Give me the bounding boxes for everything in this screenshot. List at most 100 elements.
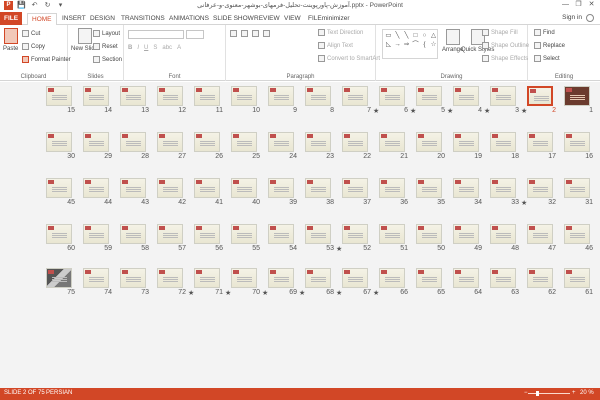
slide-thumbnail[interactable]: 68 ★ (299, 268, 335, 298)
slide-thumbnail[interactable]: 3 ★ (484, 86, 520, 116)
layout-button[interactable]: Layout (93, 30, 120, 37)
slide-thumbnail[interactable]: 60 (40, 224, 76, 254)
restore-button[interactable]: ❐ (572, 0, 585, 10)
tab-view[interactable]: VIEW (280, 13, 305, 25)
slide-thumbnail[interactable]: 1 (558, 86, 594, 116)
slide-thumbnail[interactable]: 46 (558, 224, 594, 254)
slide-thumbnail[interactable]: 23 (299, 132, 335, 162)
zoom-level[interactable]: 20 % (580, 390, 594, 396)
tab-design[interactable]: DESIGN (86, 13, 119, 25)
transition-star-icon[interactable]: ★ (373, 289, 379, 297)
slide-thumbnail[interactable]: 6 ★ (373, 86, 409, 116)
slide-thumbnail[interactable]: 31 (558, 178, 594, 208)
textbox-shape-icon[interactable]: ▭ (384, 31, 393, 40)
decrease-indent-icon[interactable] (252, 30, 259, 37)
darrow-shape-icon[interactable]: ⇒ (402, 40, 411, 49)
slide-thumbnail[interactable]: 55 (225, 224, 261, 254)
arrow-shape-icon[interactable]: → (393, 40, 402, 49)
shape-outline-button[interactable]: Shape Outline (482, 42, 529, 49)
transition-star-icon[interactable]: ★ (188, 289, 194, 297)
slide-thumbnail[interactable]: 44 (77, 178, 113, 208)
slide-thumbnail[interactable]: 26 (188, 132, 224, 162)
undo-icon[interactable]: ↶ (30, 1, 39, 10)
slide-thumbnail[interactable]: 41 (188, 178, 224, 208)
triangle-shape-icon[interactable]: △ (429, 31, 438, 40)
zoom-slider-thumb[interactable] (536, 391, 539, 396)
align-text-button[interactable]: Align Text (318, 42, 353, 49)
numbering-icon[interactable] (241, 30, 248, 37)
close-button[interactable]: ✕ (585, 0, 598, 10)
tab-transitions[interactable]: TRANSITIONS (117, 13, 169, 25)
slide-thumbnail[interactable]: 7 (336, 86, 372, 116)
slide-thumbnail[interactable]: 59 (77, 224, 113, 254)
slide-thumbnail[interactable]: 35 (410, 178, 446, 208)
font-size-box[interactable] (186, 30, 204, 39)
slide-thumbnail[interactable]: 45 (40, 178, 76, 208)
slide-thumbnail[interactable]: 47 (521, 224, 557, 254)
slide-thumbnail[interactable]: 73 (114, 268, 150, 298)
slide-thumbnail[interactable]: 11 (188, 86, 224, 116)
slide-thumbnail[interactable]: 57 (151, 224, 187, 254)
text-direction-button[interactable]: Text Direction (318, 29, 363, 36)
star-shape-icon[interactable]: ☆ (429, 40, 438, 49)
transition-star-icon[interactable]: ★ (262, 289, 268, 297)
tab-review[interactable]: REVIEW (250, 13, 284, 25)
slide-thumbnail[interactable]: 58 (114, 224, 150, 254)
slide-thumbnail[interactable]: 33 (484, 178, 520, 208)
slide-thumbnail[interactable]: 18 (484, 132, 520, 162)
language-indicator[interactable]: PERSIAN (46, 390, 72, 396)
slide-thumbnail[interactable]: 21 (373, 132, 409, 162)
slide-thumbnail[interactable]: 74 (77, 268, 113, 298)
slide-thumbnail[interactable]: 61 (558, 268, 594, 298)
transition-star-icon[interactable]: ★ (484, 107, 490, 115)
slide-thumbnail[interactable]: 16 (558, 132, 594, 162)
shadow-icon[interactable]: S (153, 45, 157, 51)
bold-icon[interactable]: B (128, 45, 132, 51)
minimize-button[interactable]: — (559, 0, 572, 10)
italic-icon[interactable]: I (137, 45, 139, 51)
slide-thumbnail[interactable]: 48 (484, 224, 520, 254)
slide-thumbnail[interactable]: 64 (447, 268, 483, 298)
oval-shape-icon[interactable]: ○ (420, 31, 429, 40)
tab-animations[interactable]: ANIMATIONS (165, 13, 213, 25)
strikethrough-icon[interactable]: abc (162, 45, 172, 51)
slide-thumbnail[interactable]: 42 (151, 178, 187, 208)
slide-thumbnail[interactable]: 70 ★ (225, 268, 261, 298)
transition-star-icon[interactable]: ★ (336, 245, 342, 253)
section-button[interactable]: Section (93, 56, 122, 63)
save-icon[interactable]: 💾 (17, 1, 26, 10)
bullets-icon[interactable] (230, 30, 237, 37)
slide-thumbnail[interactable]: 56 (188, 224, 224, 254)
slide-thumbnail[interactable]: 69 ★ (262, 268, 298, 298)
slide-thumbnail[interactable]: 17 (521, 132, 557, 162)
shape-effects-button[interactable]: Shape Effects (482, 55, 528, 62)
slide-thumbnail[interactable]: 13 (114, 86, 150, 116)
slide-thumbnail[interactable]: 54 (262, 224, 298, 254)
slide-thumbnail[interactable]: 34 (447, 178, 483, 208)
slide-thumbnail[interactable]: 66 ★ (373, 268, 409, 298)
transition-star-icon[interactable]: ★ (521, 107, 527, 115)
slide-thumbnail[interactable]: 63 (484, 268, 520, 298)
transition-star-icon[interactable]: ★ (225, 289, 231, 297)
slide-thumbnail[interactable]: 72 (151, 268, 187, 298)
slide-thumbnail[interactable]: 53 (299, 224, 335, 254)
slide-thumbnail[interactable]: 27 (151, 132, 187, 162)
cut-button[interactable]: Cut (22, 30, 40, 37)
slide-thumbnail[interactable]: 22 (336, 132, 372, 162)
rect-shape-icon[interactable]: □ (411, 31, 420, 40)
slide-thumbnail[interactable]: 43 (114, 178, 150, 208)
slide-thumbnail[interactable]: 30 (40, 132, 76, 162)
copy-button[interactable]: Copy (22, 43, 45, 50)
transition-star-icon[interactable]: ★ (410, 107, 416, 115)
font-color-icon[interactable]: A (177, 45, 181, 51)
replace-button[interactable]: Replace (534, 42, 565, 49)
transition-star-icon[interactable]: ★ (299, 289, 305, 297)
slide-thumbnail[interactable]: 40 (225, 178, 261, 208)
slide-thumbnail[interactable]: 39 (262, 178, 298, 208)
customize-qat-icon[interactable]: ▾ (56, 1, 65, 10)
zoom-in-button[interactable]: + (572, 390, 576, 396)
slide-thumbnail[interactable]: 24 (262, 132, 298, 162)
slide-thumbnail[interactable]: 20 (410, 132, 446, 162)
underline-icon[interactable]: U (144, 45, 148, 51)
slide-thumbnail[interactable]: 9 (262, 86, 298, 116)
